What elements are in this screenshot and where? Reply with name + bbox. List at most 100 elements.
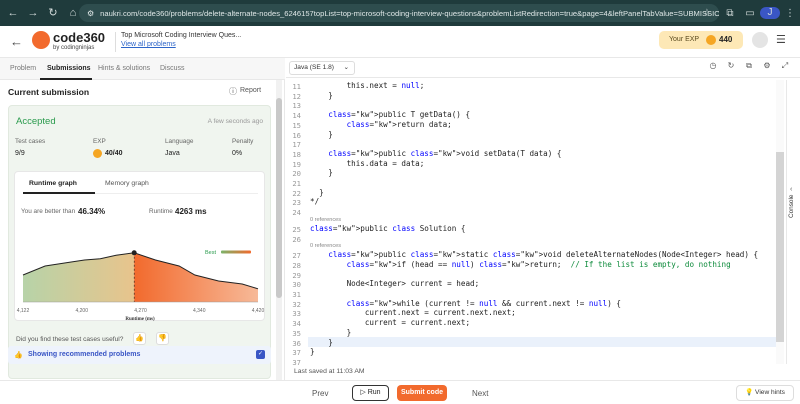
line-number: 13 xyxy=(292,101,301,111)
test-cases-useful-question: Did you find these test cases useful? xyxy=(16,336,124,343)
line-number: 23 xyxy=(292,198,301,208)
code-line: Node<Integer> current = head; xyxy=(310,279,480,289)
chevron-left-icon[interactable]: ‹ xyxy=(790,186,792,193)
reset-icon[interactable]: ↻ xyxy=(722,61,740,71)
x-tick-label: 4,420 xyxy=(252,308,265,314)
stat-label-test-cases: Test cases xyxy=(15,138,46,145)
tab-problem[interactable]: Problem xyxy=(10,65,36,72)
better-than-label: You are better than xyxy=(21,208,76,215)
home-icon[interactable]: ⌂ xyxy=(66,6,80,20)
profile-button[interactable]: J xyxy=(760,7,780,19)
last-saved-status: Last saved at 11:03 AM xyxy=(294,368,365,375)
report-link[interactable]: Report xyxy=(240,87,261,94)
tab-submissions[interactable]: Submissions xyxy=(47,65,91,72)
run-label: Run xyxy=(367,389,381,396)
tab-hints-solutions[interactable]: Hints & solutions xyxy=(98,65,150,72)
left-panel: Problem Submissions Hints & solutions Di… xyxy=(0,58,285,380)
x-tick-label: 4,200 xyxy=(75,308,88,314)
view-all-problems-link[interactable]: View all problems xyxy=(121,41,176,48)
hamburger-menu-icon[interactable]: ☰ xyxy=(776,33,786,46)
runtime-graph-card: Runtime graph Memory graph You are bette… xyxy=(14,171,265,322)
line-number: 24 xyxy=(292,208,301,218)
address-bar[interactable]: ⚙ naukri.com/code360/problems/delete-alt… xyxy=(79,4,719,22)
code360-logo-icon[interactable] xyxy=(32,31,50,49)
stat-label-penalty: Penalty xyxy=(232,138,254,145)
sidebar-icon[interactable]: ▭ xyxy=(740,8,760,19)
recommended-problems-toggle[interactable]: 👍 Showing recommended problems ✓ xyxy=(8,346,271,364)
timer-icon[interactable]: ◷ xyxy=(704,61,722,71)
line-number: 27 xyxy=(292,251,301,261)
submit-code-button[interactable]: Submit code xyxy=(397,385,447,401)
language-select[interactable]: Java (SE 1.8) ⌄ xyxy=(289,61,355,75)
code-line: class="kw">public class Solution { xyxy=(310,223,466,233)
tab-runtime-graph[interactable]: Runtime graph xyxy=(29,180,77,187)
line-number: 29 xyxy=(292,270,301,280)
code-line: */ xyxy=(310,197,320,207)
logo-text[interactable]: code360 xyxy=(53,30,105,45)
reload-icon[interactable]: ↻ xyxy=(46,6,60,20)
current-submission-heading: Current submission xyxy=(8,87,90,97)
url-text: naukri.com/code360/problems/delete-alter… xyxy=(100,8,719,18)
area-better xyxy=(23,252,135,302)
header-divider xyxy=(115,32,116,52)
stat-value-language: Java xyxy=(165,150,180,157)
left-scrollbar-thumb[interactable] xyxy=(276,98,282,298)
line-number: 19 xyxy=(292,159,301,169)
next-button[interactable]: Next xyxy=(472,389,488,398)
user-avatar[interactable] xyxy=(752,32,768,48)
code-area[interactable]: 11 this.next = null; 12 } 13 14 class="kw">… xyxy=(286,80,784,367)
back-icon[interactable]: ← xyxy=(6,6,20,20)
settings-icon[interactable]: ⚙ xyxy=(758,61,776,71)
line-number: 34 xyxy=(292,319,301,329)
copy-icon[interactable]: ⧉ xyxy=(740,61,758,71)
run-button[interactable]: ▷ Run xyxy=(352,385,389,401)
view-hints-label: View hints xyxy=(755,389,785,396)
stat-value-exp: 40/40 xyxy=(105,150,123,157)
submission-time: A few seconds ago xyxy=(207,118,263,125)
code-lens-references[interactable]: 0 references xyxy=(310,217,341,223)
console-toggle[interactable] xyxy=(786,80,800,364)
code-line: } xyxy=(310,337,333,347)
view-hints-button[interactable]: 💡 View hints xyxy=(736,385,794,401)
tab-discuss[interactable]: Discuss xyxy=(160,65,185,72)
code-line: this.next = null; xyxy=(310,81,425,90)
thumbs-down-button[interactable]: 👎 xyxy=(156,332,169,345)
code-line: } xyxy=(310,168,333,178)
code-line: current.next = current.next.next; xyxy=(310,308,516,318)
forward-icon[interactable]: → xyxy=(26,6,40,20)
code-line: this.data = data; xyxy=(310,158,425,168)
app-header: ← code360 by codingninjas Top Microsoft … xyxy=(0,26,800,58)
exp-badge[interactable]: Your EXP 440 xyxy=(659,31,743,49)
extensions-icon[interactable]: ⧉ xyxy=(720,8,740,19)
back-arrow-icon[interactable]: ← xyxy=(10,34,23,49)
fullscreen-icon[interactable]: ⤢ xyxy=(776,61,794,71)
code-line: class="kw">if (head == null) class="kw">… xyxy=(346,259,731,269)
line-number: 32 xyxy=(292,299,301,309)
marker-point xyxy=(131,250,137,256)
recommended-checkbox[interactable]: ✓ xyxy=(256,350,265,359)
line-number: 15 xyxy=(292,120,301,130)
console-label[interactable]: Console xyxy=(788,195,795,218)
stat-label-language: Language xyxy=(165,138,194,145)
code-line: class="kw">public class="kw">void setDat… xyxy=(328,148,562,158)
code-line: class="kw">public T getData() { xyxy=(328,110,471,120)
status-accepted: Accepted xyxy=(16,116,56,127)
prev-button[interactable]: Prev xyxy=(312,389,328,398)
x-axis-label: Runtime (ms) xyxy=(125,317,155,322)
code-lens-references[interactable]: 0 references xyxy=(310,243,341,249)
line-number: 21 xyxy=(292,179,301,188)
browser-menu-icon[interactable]: ⋮ xyxy=(780,8,800,19)
line-number: 33 xyxy=(292,309,301,319)
stat-value-penalty: 0% xyxy=(232,150,243,157)
line-number: 26 xyxy=(292,234,301,244)
line-number: 14 xyxy=(292,111,301,121)
play-icon: ▷ xyxy=(360,389,368,396)
language-value: Java (SE 1.8) xyxy=(294,64,334,71)
report-icon[interactable]: ⓘ xyxy=(229,86,237,97)
bookmark-star-icon[interactable]: ☆ xyxy=(703,7,711,18)
site-info-icon[interactable]: ⚙ xyxy=(87,9,94,18)
tab-memory-graph[interactable]: Memory graph xyxy=(105,180,149,187)
thumbs-up-button[interactable]: 👍 xyxy=(133,332,146,345)
active-tab-indicator xyxy=(40,78,92,80)
editor-scrollbar-thumb[interactable] xyxy=(776,152,784,342)
